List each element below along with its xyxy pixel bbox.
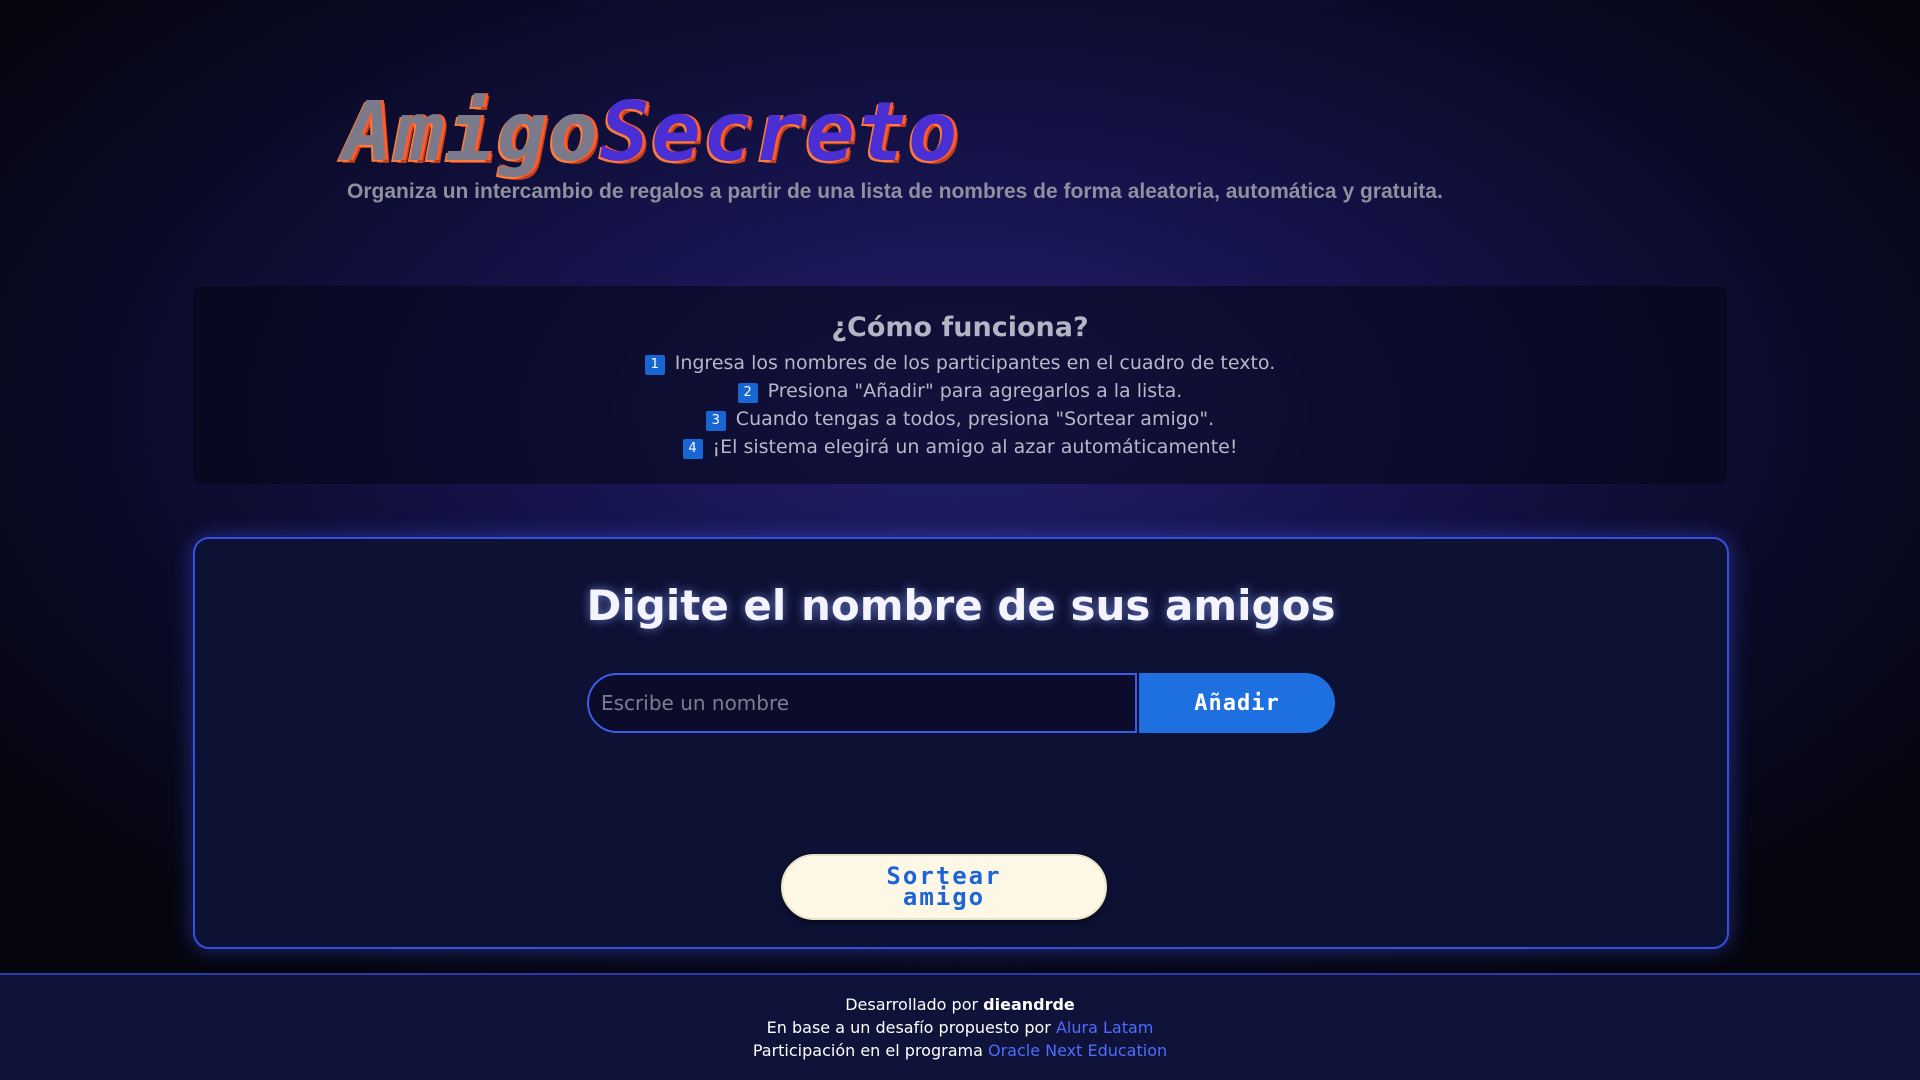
draw-friend-button[interactable]: Sortear amigo: [781, 854, 1107, 920]
friend-name-input[interactable]: [587, 673, 1137, 733]
footer-credits-label: Desarrollado por: [845, 995, 984, 1014]
how-step-text: ¡El sistema elegirá un amigo al azar aut…: [712, 436, 1238, 458]
number-2-icon: 2: [737, 383, 758, 403]
how-step-4: 4 ¡El sistema elegirá un amigo al azar au…: [193, 433, 1727, 461]
footer-program: Participación en el programa Oracle Next…: [0, 1039, 1920, 1062]
footer-credits: Desarrollado por dieandrde: [0, 993, 1920, 1016]
number-3-icon: 3: [705, 411, 726, 431]
friends-list: [587, 749, 1335, 809]
how-it-works-title: ¿Cómo funciona?: [831, 312, 1089, 343]
how-step-2: 2 Presiona "Añadir" para agregarlos a la …: [193, 377, 1727, 405]
how-step-1: 1 Ingresa los nombres de los participante…: [193, 349, 1727, 377]
footer-author: dieandrde: [983, 995, 1075, 1014]
how-step-3: 3 Cuando tengas a todos, presiona "Sortea…: [193, 405, 1727, 433]
logo-part-amigo: Amigo: [343, 85, 600, 180]
footer-challenge-label: En base a un desafío propuesto por: [766, 1018, 1056, 1037]
footer-challenge: En base a un desafío propuesto por Alura…: [0, 1016, 1920, 1039]
how-step-text: Cuando tengas a todos, presiona "Sortear…: [735, 408, 1215, 430]
page-subtitle: Organiza un intercambio de regalos a par…: [347, 180, 1443, 203]
page-header: AmigoSecreto Organiza un intercambio de …: [343, 92, 1643, 212]
alura-latam-link[interactable]: Alura Latam: [1056, 1018, 1153, 1037]
oracle-next-education-link[interactable]: Oracle Next Education: [988, 1041, 1167, 1060]
friends-input-card: Digite el nombre de sus amigos Añadir So…: [193, 537, 1729, 949]
how-step-text: Ingresa los nombres de los participantes…: [674, 352, 1276, 374]
footer-program-label: Participación en el programa: [752, 1041, 988, 1060]
add-button[interactable]: Añadir: [1139, 673, 1335, 733]
number-4-icon: 4: [682, 439, 703, 459]
card-title: Digite el nombre de sus amigos: [586, 581, 1336, 630]
app-logo: AmigoSecreto: [343, 92, 959, 174]
number-1-icon: 1: [644, 355, 665, 375]
page-footer: Desarrollado por dieandrde En base a un …: [0, 973, 1920, 1080]
how-it-works-panel: ¿Cómo funciona? 1 Ingresa los nombres de …: [193, 286, 1727, 484]
logo-part-secreto: Secreto: [599, 85, 960, 180]
how-step-text: Presiona "Añadir" para agregarlos a la l…: [767, 380, 1183, 402]
